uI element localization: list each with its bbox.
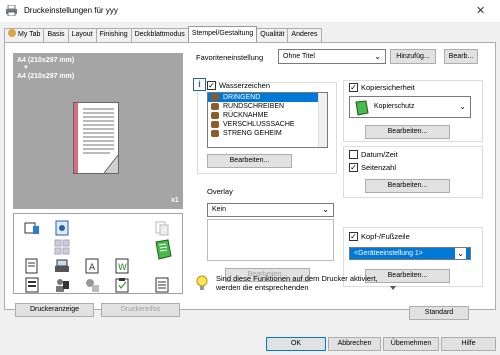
copy-security-label: Kopiersicherheit <box>361 83 415 92</box>
text-page-icon[interactable] <box>24 277 40 293</box>
copy-security-edit-button[interactable]: Bearbeiten... <box>365 125 450 139</box>
list-item[interactable]: DRINGEND <box>208 93 327 102</box>
scroll-down-icon[interactable] <box>390 284 396 290</box>
header-footer-checkbox[interactable]: ✓ <box>349 232 358 241</box>
preview-page <box>73 102 119 174</box>
users-icon[interactable] <box>54 277 70 293</box>
info-note-line1: Sind diese Funktionen auf dem Drucker ak… <box>216 274 378 283</box>
cancel-button[interactable]: Abbrechen <box>328 337 381 351</box>
stamp-icon <box>211 112 219 119</box>
printer-icon <box>6 5 17 16</box>
chevron-down-icon: ⌄ <box>455 248 466 259</box>
arrow-down-icon: ▼ <box>23 65 29 71</box>
page-content-icon <box>74 103 119 174</box>
watermark-scrollbar[interactable] <box>318 93 327 147</box>
info-icon: i <box>193 78 206 91</box>
edit-favorite-button[interactable]: Bearb... <box>444 49 478 64</box>
favorites-label: Favoriteneinstellung <box>196 53 264 62</box>
font-icon[interactable]: A <box>84 258 100 274</box>
svg-text:W: W <box>118 263 127 273</box>
copy-security-dropdown[interactable]: Kopierschutz ⌄ <box>349 96 471 118</box>
tab-finishing[interactable]: Finishing <box>95 28 132 42</box>
printer-display-button[interactable]: Druckeranzeige <box>15 303 94 317</box>
page-number-checkbox[interactable]: ✓ <box>349 163 358 172</box>
watermark-list[interactable]: DRINGEND RUNDSCHREIBEN RÜCKNAHME VERSCHL… <box>207 92 328 148</box>
add-favorite-button[interactable]: Hinzufüg... <box>390 49 436 64</box>
stamp-selected-icon[interactable] <box>152 239 174 261</box>
copy-disabled-icon <box>155 221 169 236</box>
list-item[interactable]: STRENG GEHEIM <box>208 129 327 138</box>
overlay-list[interactable] <box>207 219 334 261</box>
copy-count: x1 <box>171 197 179 204</box>
tab-stempel-gestaltung[interactable]: Stempel/Gestaltung <box>187 26 258 42</box>
ok-button[interactable]: OK <box>266 337 326 351</box>
list-item[interactable]: RÜCKNAHME <box>208 111 327 120</box>
watermark-checkbox[interactable]: ✓ <box>207 81 216 90</box>
date-time-label: Datum/Zeit <box>361 150 398 159</box>
document-icon[interactable] <box>24 258 40 274</box>
chevron-down-icon: ⌄ <box>374 52 381 61</box>
paper-size-output: A4 (210x297 mm) <box>17 73 75 80</box>
print-to-device-icon[interactable] <box>24 220 40 236</box>
function-icon-panel: A W <box>13 213 183 294</box>
date-time-checkbox[interactable] <box>349 150 358 159</box>
print-settings-icon[interactable] <box>54 258 70 274</box>
lightbulb-icon <box>196 275 208 290</box>
help-button[interactable]: Hilfe <box>441 337 496 351</box>
watermark-label: Wasserzeichen <box>219 81 270 90</box>
stamp-icon <box>211 121 219 128</box>
chevron-down-icon: ⌄ <box>322 205 329 214</box>
close-icon[interactable]: ✕ <box>476 4 485 17</box>
tab-bar: My Tab Basis Layout Finishing Deckblattm… <box>4 26 322 42</box>
tab-basis[interactable]: Basis <box>43 28 69 42</box>
stamp-icon <box>211 94 219 101</box>
header-footer-dropdown[interactable]: <Geräteeinstellung 1> ⌄ <box>349 247 471 260</box>
tab-qualitaet[interactable]: Qualität <box>256 28 289 42</box>
document-list-icon[interactable] <box>154 277 170 293</box>
user-icon <box>8 29 16 37</box>
window-title: Druckeinstellungen für yyy <box>24 6 118 15</box>
copy-protect-icon <box>355 100 369 116</box>
watermark-edit-button[interactable]: Bearbeiten... <box>207 154 292 168</box>
info-note: Sind diese Funktionen auf dem Drucker ak… <box>190 273 402 294</box>
list-item[interactable]: VERSCHLUSSSACHE <box>208 120 327 129</box>
booklet-icon[interactable] <box>54 220 70 236</box>
standard-button[interactable]: Standard <box>409 306 469 320</box>
chevron-down-icon: ⌄ <box>459 102 466 111</box>
overlay-label: Overlay <box>207 187 233 196</box>
stamp-icon <box>211 130 219 137</box>
paper-size-original: A4 (210x297 mm) <box>17 57 75 64</box>
list-item[interactable]: RUNDSCHREIBEN <box>208 102 327 111</box>
page-number-edit-button[interactable]: Bearbeiten... <box>365 179 450 193</box>
title-bar: Druckeinstellungen für yyy ✕ <box>0 0 500 22</box>
tab-layout[interactable]: Layout <box>67 28 97 42</box>
page-number-label: Seitenzahl <box>361 163 397 172</box>
info-note-line2: werden die entsprechenden <box>216 283 309 292</box>
overlay-dropdown[interactable]: Kein ⌄ <box>207 203 334 217</box>
tab-my-tab[interactable]: My Tab <box>4 28 45 42</box>
watermark-page-icon[interactable]: W <box>114 258 130 274</box>
tools-icon[interactable] <box>84 277 100 293</box>
header-footer-label: Kopf-/Fußzeile <box>361 232 410 241</box>
stamp-icon <box>211 103 219 110</box>
printer-info-button: Druckerinfos <box>101 303 180 317</box>
apply-button[interactable]: Übernehmen <box>383 337 439 351</box>
tab-deckblattmodus[interactable]: Deckblattmodus <box>130 28 189 42</box>
svg-text:A: A <box>89 263 96 273</box>
copy-security-checkbox[interactable]: ✓ <box>349 83 358 92</box>
tab-anderes[interactable]: Anderes <box>287 28 322 42</box>
clipboard-icon[interactable] <box>114 277 130 293</box>
favorites-dropdown[interactable]: Ohne Titel ⌄ <box>278 49 386 64</box>
pages-grid-icon <box>54 239 70 255</box>
